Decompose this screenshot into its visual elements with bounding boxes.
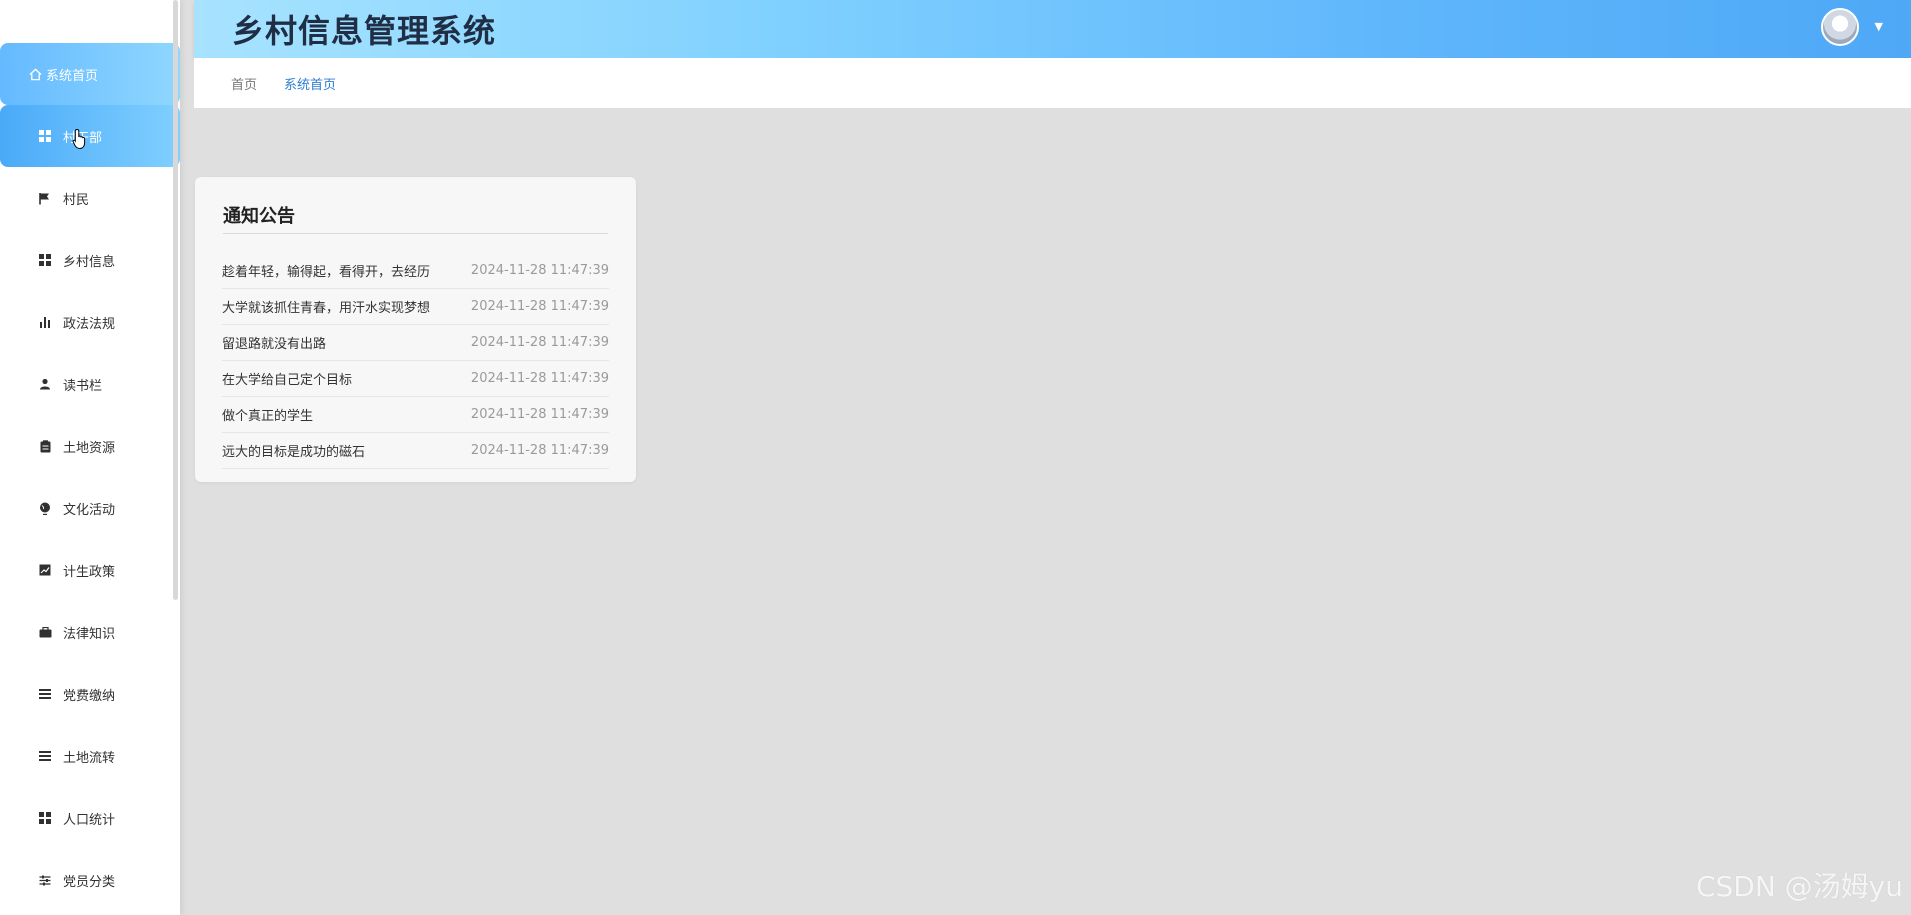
notice-item-date: 2024-11-28 11:47:39 — [470, 335, 609, 350]
sidebar-item-label: 计生政策 — [63, 564, 116, 580]
user-icon — [38, 377, 52, 391]
notice-item-date: 2024-11-28 11:47:39 — [470, 263, 609, 278]
sidebar-item-label: 文化活动 — [63, 502, 116, 518]
sidebar-item-population[interactable]: 人口统计 — [0, 787, 180, 849]
flag-icon — [38, 191, 52, 205]
sidebar-scrollbar[interactable] — [173, 0, 178, 600]
notice-item[interactable]: 做个真正的学生 2024-11-28 11:47:39 — [222, 397, 609, 433]
sidebar-item-party-members[interactable]: 党员分类 — [0, 849, 180, 911]
globe-icon — [38, 501, 52, 515]
caret-down-icon[interactable]: ▼ — [1875, 20, 1883, 33]
sidebar-item-culture[interactable]: 文化活动 — [0, 477, 180, 539]
list-icon — [38, 687, 52, 701]
notice-item[interactable]: 在大学给自己定个目标 2024-11-28 11:47:39 — [222, 361, 609, 397]
notice-title: 通知公告 — [223, 206, 295, 227]
sidebar-item-land-resources[interactable]: 土地资源 — [0, 415, 180, 477]
clipboard-icon — [38, 439, 52, 453]
notice-item[interactable]: 远大的目标是成功的磁石 2024-11-28 11:47:39 — [222, 433, 609, 469]
grid-icon — [38, 129, 52, 143]
sidebar-item-home[interactable]: 系统首页 — [0, 43, 180, 105]
breadcrumb: 首页 系统首页 — [194, 58, 1911, 108]
sidebar-item-label: 土地流转 — [63, 750, 116, 766]
sidebar-item-village-info[interactable]: 乡村信息 — [0, 229, 180, 291]
notice-item-title[interactable]: 留退路就没有出路 — [222, 333, 326, 352]
grid-icon — [38, 811, 52, 825]
sidebar-item-label: 土地资源 — [63, 440, 116, 456]
notice-list: 趁着年轻，输得起，看得开，去经历 2024-11-28 11:47:39 大学就… — [222, 253, 609, 469]
sidebar: 系统首页 村干部 村民 乡村信息 政法法规 读书栏 — [0, 0, 180, 915]
briefcase-icon — [38, 625, 52, 639]
notice-item-date: 2024-11-28 11:47:39 — [470, 443, 609, 458]
notice-item[interactable]: 趁着年轻，输得起，看得开，去经历 2024-11-28 11:47:39 — [222, 253, 609, 289]
notice-item-title[interactable]: 做个真正的学生 — [222, 405, 313, 424]
mouse-cursor-icon — [72, 128, 88, 150]
notice-card: 通知公告 趁着年轻，输得起，看得开，去经历 2024-11-28 11:47:3… — [195, 177, 636, 482]
breadcrumb-home[interactable]: 首页 — [231, 74, 257, 93]
notice-item-title[interactable]: 趁着年轻，输得起，看得开，去经历 — [222, 261, 430, 280]
top-header: 乡村信息管理系统 ▼ — [194, 0, 1911, 58]
sidebar-item-village-cadres[interactable]: 村干部 — [0, 105, 180, 167]
notice-item[interactable]: 留退路就没有出路 2024-11-28 11:47:39 — [222, 325, 609, 361]
notice-item-date: 2024-11-28 11:47:39 — [470, 299, 609, 314]
sliders-icon — [38, 873, 52, 887]
sidebar-item-party-dues[interactable]: 党费缴纳 — [0, 663, 180, 725]
notice-item[interactable]: 大学就该抓住青春，用汗水实现梦想 2024-11-28 11:47:39 — [222, 289, 609, 325]
watermark: CSDN @汤姆yu — [1695, 870, 1903, 903]
divider — [223, 233, 608, 234]
home-icon — [28, 67, 42, 81]
sidebar-nav: 系统首页 村干部 村民 乡村信息 政法法规 读书栏 — [0, 43, 180, 911]
bar-chart-icon — [38, 315, 52, 329]
sidebar-item-reading[interactable]: 读书栏 — [0, 353, 180, 415]
sidebar-item-legal-knowledge[interactable]: 法律知识 — [0, 601, 180, 663]
notice-item-date: 2024-11-28 11:47:39 — [470, 407, 609, 422]
sidebar-item-label: 法律知识 — [63, 626, 116, 642]
sidebar-item-label: 党员分类 — [63, 874, 116, 890]
notice-item-date: 2024-11-28 11:47:39 — [470, 371, 609, 386]
sidebar-item-family-planning[interactable]: 计生政策 — [0, 539, 180, 601]
sidebar-item-label: 读书栏 — [63, 378, 103, 394]
breadcrumb-current: 系统首页 — [284, 77, 337, 93]
sidebar-item-label: 村民 — [63, 192, 90, 208]
sidebar-item-villagers[interactable]: 村民 — [0, 167, 180, 229]
notice-item-title[interactable]: 在大学给自己定个目标 — [222, 369, 352, 388]
sidebar-item-label: 政法法规 — [63, 316, 116, 332]
app-title: 乡村信息管理系统 — [232, 12, 497, 50]
line-chart-icon — [38, 563, 52, 577]
grid-icon — [38, 253, 52, 267]
notice-item-title[interactable]: 大学就该抓住青春，用汗水实现梦想 — [222, 297, 430, 316]
sidebar-item-label: 系统首页 — [46, 68, 99, 84]
sidebar-item-label: 党费缴纳 — [63, 688, 116, 704]
sidebar-item-laws[interactable]: 政法法规 — [0, 291, 180, 353]
sidebar-item-land-transfer[interactable]: 土地流转 — [0, 725, 180, 787]
sidebar-item-label: 乡村信息 — [63, 254, 116, 270]
sidebar-item-label: 人口统计 — [63, 812, 116, 828]
list-icon — [38, 749, 52, 763]
user-avatar[interactable] — [1821, 8, 1859, 46]
notice-item-title[interactable]: 远大的目标是成功的磁石 — [222, 441, 365, 460]
